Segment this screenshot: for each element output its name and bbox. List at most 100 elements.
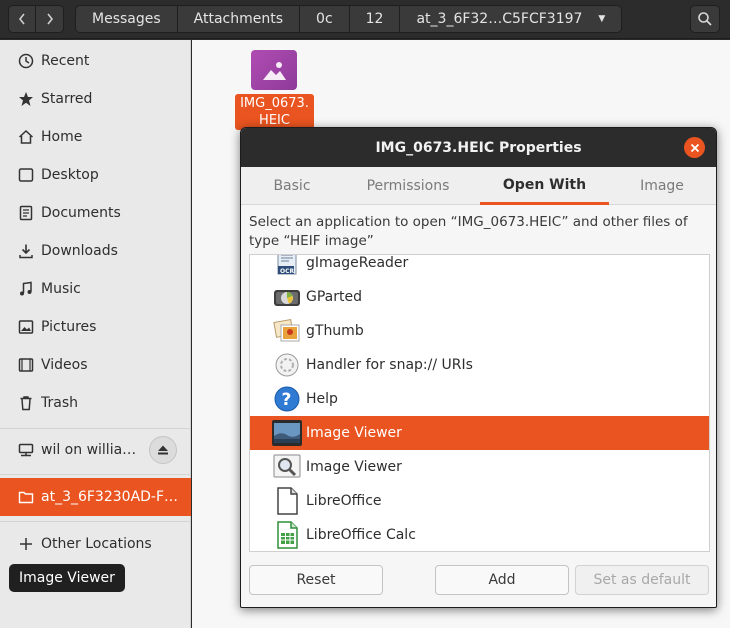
snap-handler-icon bbox=[271, 350, 303, 380]
sidebar-item-label: wil on willia… bbox=[41, 442, 137, 458]
folder-icon bbox=[17, 488, 35, 506]
header-bar: Messages Attachments 0c 12 at_3_6F32…C5F… bbox=[0, 0, 730, 39]
sidebar-item-label: Other Locations bbox=[41, 536, 152, 552]
crumb-messages[interactable]: Messages bbox=[75, 5, 178, 33]
crumb-label: Messages bbox=[92, 11, 161, 27]
tab-open-with[interactable]: Open With bbox=[480, 167, 609, 205]
reset-button[interactable]: Reset bbox=[249, 565, 383, 595]
crumb-current-folder[interactable]: at_3_6F32…C5FCF3197 ▼ bbox=[400, 5, 623, 33]
ocr-icon: OCR bbox=[271, 255, 303, 278]
chevron-right-icon bbox=[46, 13, 53, 25]
image-file-icon[interactable] bbox=[251, 50, 297, 90]
open-with-description: Select an application to open “IMG_0673.… bbox=[249, 214, 688, 249]
sidebar-item-current-folder[interactable]: at_3_6F3230AD-F… bbox=[0, 478, 191, 516]
add-button[interactable]: Add bbox=[435, 565, 569, 595]
app-name: gImageReader bbox=[306, 255, 409, 271]
application-list[interactable]: OCR gImageReader GParted gThumb Handler … bbox=[249, 254, 710, 552]
sidebar-item-trash[interactable]: Trash bbox=[0, 384, 191, 422]
app-name: Help bbox=[306, 391, 338, 407]
search-icon bbox=[698, 12, 712, 26]
sidebar-item-network-mount[interactable]: wil on willia… bbox=[0, 431, 140, 469]
sidebar-item-label: Home bbox=[41, 129, 83, 145]
videos-icon bbox=[17, 356, 35, 374]
list-item[interactable]: gThumb bbox=[250, 314, 709, 348]
sidebar-item-other-locations[interactable]: Other Locations bbox=[0, 525, 191, 563]
sidebar-item-home[interactable]: Home bbox=[0, 118, 191, 156]
close-button[interactable] bbox=[684, 137, 705, 158]
list-item[interactable]: GParted bbox=[250, 280, 709, 314]
crumb-label: Attachments bbox=[193, 11, 284, 27]
crumb-12[interactable]: 12 bbox=[349, 5, 401, 33]
home-icon bbox=[17, 128, 35, 146]
search-button[interactable] bbox=[690, 5, 720, 33]
forward-button[interactable] bbox=[36, 5, 64, 33]
sidebar-item-label: Desktop bbox=[41, 167, 99, 183]
app-name: Image Viewer bbox=[306, 459, 402, 475]
dropdown-caret-icon: ▼ bbox=[598, 14, 606, 24]
crumb-label: 12 bbox=[365, 11, 384, 27]
eject-button[interactable] bbox=[149, 436, 177, 464]
sidebar: Recent Starred Home Desktop Documents Do… bbox=[0, 40, 191, 628]
sidebar-item-pictures[interactable]: Pictures bbox=[0, 308, 191, 346]
sidebar-item-starred[interactable]: Starred bbox=[0, 80, 191, 118]
svg-text:OCR: OCR bbox=[280, 268, 295, 275]
magnifier-image-icon bbox=[271, 452, 303, 482]
sidebar-item-label: Trash bbox=[41, 395, 78, 411]
dialog-title: IMG_0673.HEIC Properties bbox=[241, 128, 716, 167]
sidebar-item-music[interactable]: Music bbox=[0, 270, 191, 308]
svg-text:?: ? bbox=[282, 390, 292, 410]
properties-dialog: IMG_0673.HEIC Properties Basic Permissio… bbox=[240, 127, 717, 608]
sidebar-item-recent[interactable]: Recent bbox=[0, 42, 191, 80]
sidebar-item-downloads[interactable]: Downloads bbox=[0, 232, 191, 270]
set-as-default-button[interactable]: Set as default bbox=[575, 565, 709, 595]
pictures-icon bbox=[17, 318, 35, 336]
sidebar-separator bbox=[0, 428, 191, 429]
back-button[interactable] bbox=[8, 5, 36, 33]
star-icon bbox=[17, 90, 35, 108]
app-name: GParted bbox=[306, 289, 362, 305]
network-drive-icon bbox=[17, 441, 35, 459]
app-name: LibreOffice bbox=[306, 493, 382, 509]
list-item[interactable]: LibreOffice Calc bbox=[250, 518, 709, 551]
sidebar-item-label: Starred bbox=[41, 91, 93, 107]
photos-icon bbox=[271, 316, 303, 346]
sidebar-item-documents[interactable]: Documents bbox=[0, 194, 191, 232]
sidebar-separator bbox=[0, 474, 191, 475]
dialog-tabs: Basic Permissions Open With Image bbox=[241, 167, 716, 205]
tooltip: Image Viewer bbox=[9, 564, 125, 592]
sidebar-item-label: at_3_6F3230AD-F… bbox=[41, 489, 179, 505]
app-name: Image Viewer bbox=[306, 425, 402, 441]
crumb-attachments[interactable]: Attachments bbox=[177, 5, 301, 33]
trash-icon bbox=[17, 394, 35, 412]
sidebar-item-videos[interactable]: Videos bbox=[0, 346, 191, 384]
tab-image[interactable]: Image bbox=[611, 167, 713, 205]
file-name-label[interactable]: IMG_0673. HEIC bbox=[235, 94, 314, 130]
app-name: LibreOffice Calc bbox=[306, 527, 416, 543]
document-icon bbox=[17, 204, 35, 222]
sidebar-item-desktop[interactable]: Desktop bbox=[0, 156, 191, 194]
close-icon bbox=[690, 143, 699, 152]
download-icon bbox=[17, 242, 35, 260]
list-item[interactable]: ? Help bbox=[250, 382, 709, 416]
sidebar-item-label: Downloads bbox=[41, 243, 118, 259]
crumb-0c[interactable]: 0c bbox=[300, 5, 350, 33]
crumb-label: 0c bbox=[316, 11, 333, 27]
tab-permissions[interactable]: Permissions bbox=[343, 167, 473, 205]
plus-icon bbox=[17, 535, 35, 553]
libreoffice-calc-icon bbox=[271, 520, 303, 550]
path-bar: Messages Attachments 0c 12 at_3_6F32…C5F… bbox=[75, 5, 623, 33]
sidebar-item-label: Pictures bbox=[41, 319, 97, 335]
image-viewer-icon bbox=[271, 418, 303, 448]
list-item[interactable]: OCR gImageReader bbox=[250, 255, 709, 280]
list-item-selected[interactable]: Image Viewer bbox=[250, 416, 709, 450]
clock-icon bbox=[17, 52, 35, 70]
list-item[interactable]: Image Viewer bbox=[250, 450, 709, 484]
chevron-left-icon bbox=[18, 13, 25, 25]
music-icon bbox=[17, 280, 35, 298]
tab-basic[interactable]: Basic bbox=[241, 167, 343, 205]
eject-icon bbox=[158, 445, 168, 455]
sidebar-item-label: Recent bbox=[41, 53, 90, 69]
list-item[interactable]: LibreOffice bbox=[250, 484, 709, 518]
list-item[interactable]: Handler for snap:// URIs bbox=[250, 348, 709, 382]
crumb-label: at_3_6F32…C5FCF3197 bbox=[416, 11, 583, 27]
